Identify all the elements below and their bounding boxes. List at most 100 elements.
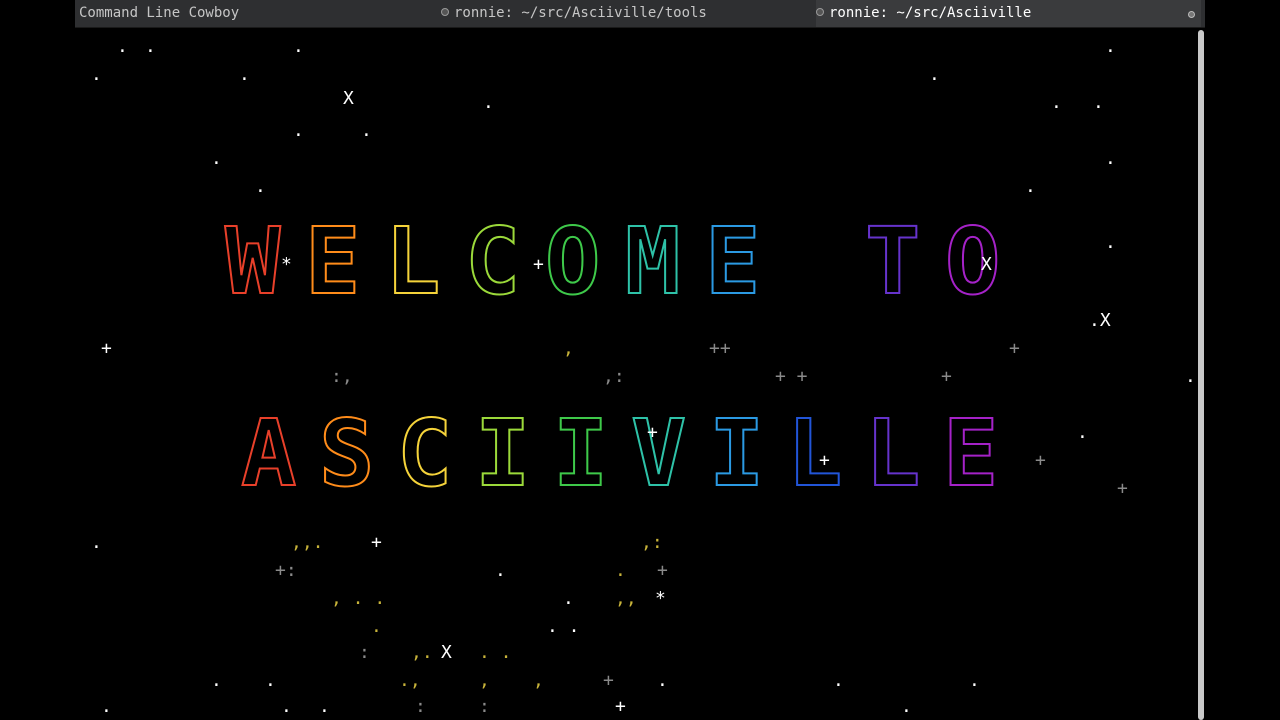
star-glyph: + <box>1117 478 1128 499</box>
star-glyph: + <box>1035 450 1046 471</box>
star-glyph: . <box>239 64 250 85</box>
star-glyph: : <box>479 696 490 717</box>
star-glyph: . <box>901 696 912 717</box>
star-glyph: . <box>211 670 222 691</box>
tab-asciiville[interactable]: ronnie: ~/src/Asciiville <box>816 0 1201 27</box>
star-glyph: . <box>1077 422 1088 443</box>
welcome-to-letter: M <box>624 208 681 315</box>
tab-command-line-cowboy[interactable]: Command Line Cowboy <box>79 0 429 27</box>
star-glyph: . <box>1105 148 1116 169</box>
asciiville-letter: V <box>630 400 687 507</box>
asciiville-letter: I <box>474 400 531 507</box>
star-glyph: . <box>1105 36 1116 57</box>
tab-bar: Command Line Cowboy ronnie: ~/src/Asciiv… <box>75 0 1205 28</box>
star-glyph: . <box>1185 366 1196 387</box>
star-glyph: . <box>281 696 292 717</box>
star-glyph: . <box>833 670 844 691</box>
star-glyph: . <box>91 532 102 553</box>
star-glyph: . <box>615 560 626 581</box>
star-glyph: + <box>615 696 626 717</box>
asciiville-letter: S <box>318 400 375 507</box>
welcome-to-letter: O <box>544 208 601 315</box>
star-glyph: + + <box>775 366 808 387</box>
welcome-to-letter: C <box>464 208 521 315</box>
star-glyph: X <box>981 254 992 275</box>
star-glyph: . <box>91 64 102 85</box>
star-glyph: . <box>293 36 304 57</box>
star-glyph: ,: <box>603 366 625 387</box>
star-glyph: +: <box>275 560 297 581</box>
star-glyph: . . <box>547 616 580 637</box>
star-glyph: + <box>1009 338 1020 359</box>
star-glyph: : <box>415 696 426 717</box>
star-glyph: . <box>319 696 330 717</box>
asciiville-letter: E <box>942 400 999 507</box>
star-glyph: . <box>495 560 506 581</box>
star-glyph: . <box>1105 232 1116 253</box>
asciiville-letter: I <box>552 400 609 507</box>
star-glyph: . <box>563 588 574 609</box>
star-glyph: * <box>655 588 666 609</box>
star-glyph: ., <box>399 670 421 691</box>
tab-indicator-icon <box>441 8 449 16</box>
star-glyph: + <box>603 670 614 691</box>
star-glyph: . <box>255 176 266 197</box>
asciiville-letter: I <box>708 400 765 507</box>
welcome-to-letter: L <box>384 208 441 315</box>
star-glyph: + <box>657 560 668 581</box>
star-glyph: , <box>563 338 574 359</box>
star-glyph: + <box>819 450 830 471</box>
star-glyph: . <box>265 670 276 691</box>
star-glyph: . <box>483 92 494 113</box>
star-glyph: . <box>1051 92 1062 113</box>
asciiville-letter: L <box>864 400 921 507</box>
welcome-to-letter: O <box>944 208 1001 315</box>
welcome-to-letter: W <box>224 208 281 315</box>
star-glyph: . . <box>479 642 512 663</box>
vertical-scrollbar[interactable] <box>1198 30 1204 720</box>
tab-asciiville-tools[interactable]: ronnie: ~/src/Asciiville/tools <box>441 0 821 27</box>
star-glyph: + <box>101 338 112 359</box>
tab-indicator-icon <box>816 8 824 16</box>
star-glyph: ,, <box>615 588 637 609</box>
star-glyph: .X <box>1089 310 1111 331</box>
star-glyph: . <box>117 36 128 57</box>
star-glyph: . <box>211 148 222 169</box>
star-glyph: , <box>533 670 544 691</box>
star-glyph: + <box>533 254 544 275</box>
star-glyph: . <box>1093 92 1104 113</box>
close-tab-icon[interactable] <box>1188 11 1195 18</box>
star-glyph: + <box>941 366 952 387</box>
tab-title: ronnie: ~/src/Asciiville <box>829 5 1032 21</box>
star-glyph: ,. <box>411 642 433 663</box>
welcome-to-letter: E <box>704 208 761 315</box>
star-glyph: + <box>647 422 658 443</box>
welcome-to-letter: E <box>304 208 361 315</box>
star-glyph: X <box>343 88 354 109</box>
star-glyph: . <box>1025 176 1036 197</box>
tab-title: ronnie: ~/src/Asciiville/tools <box>454 5 707 21</box>
star-glyph: : <box>359 642 370 663</box>
asciiville-letter: C <box>396 400 453 507</box>
star-glyph: . <box>145 36 156 57</box>
terminal-viewport[interactable]: ....... X.......... .X +, ++ +:,,: + + +.. + +.,,… <box>75 28 1196 720</box>
star-glyph: + <box>371 532 382 553</box>
star-glyph: X <box>441 642 452 663</box>
star-glyph: , . . <box>331 588 386 609</box>
asciiville-letter: L <box>786 400 843 507</box>
star-glyph: . <box>293 120 304 141</box>
star-glyph: . <box>101 696 112 717</box>
star-glyph: * <box>281 254 292 275</box>
star-glyph: ,: <box>641 532 663 553</box>
star-glyph: , <box>479 670 490 691</box>
terminal-window: Command Line Cowboy ronnie: ~/src/Asciiv… <box>75 0 1205 720</box>
star-glyph: ++ <box>709 338 731 359</box>
star-glyph: . <box>929 64 940 85</box>
tab-title: Command Line Cowboy <box>79 5 240 21</box>
star-glyph: . <box>371 616 382 637</box>
asciiville-letter: A <box>240 400 297 507</box>
star-glyph: . <box>657 670 668 691</box>
star-glyph: ,,. <box>291 532 324 553</box>
welcome-to-letter: T <box>864 208 921 315</box>
star-glyph: . <box>969 670 980 691</box>
